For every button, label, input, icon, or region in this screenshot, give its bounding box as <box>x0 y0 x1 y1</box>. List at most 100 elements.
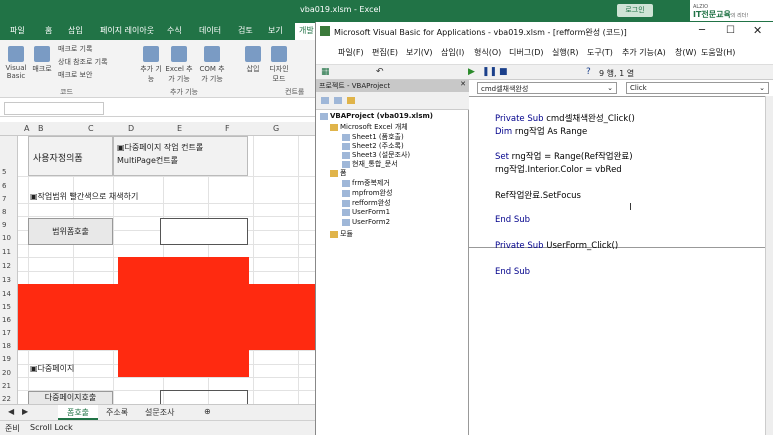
row-7[interactable]: 7 <box>2 195 6 203</box>
row-6[interactable]: 6 <box>2 182 6 190</box>
menu-insert[interactable]: 삽입(I) <box>441 47 464 58</box>
selection-box[interactable] <box>160 218 248 245</box>
tree-userform1[interactable]: UserForm1 <box>342 208 390 216</box>
add-sheet-icon[interactable]: ⊕ <box>204 407 211 416</box>
help-icon[interactable]: ? <box>586 67 591 77</box>
maximize-icon[interactable]: ☐ <box>726 25 735 36</box>
selection-box-2[interactable] <box>160 390 248 404</box>
vertical-scrollbar[interactable] <box>765 96 773 435</box>
procedure-combo[interactable]: Click ⌄ <box>626 82 769 94</box>
col-c[interactable]: C <box>88 124 94 133</box>
tab-data[interactable]: 데이터 <box>199 25 221 36</box>
view-code-icon[interactable] <box>321 97 329 104</box>
row-19[interactable]: 19 <box>2 355 11 363</box>
col-b[interactable]: B <box>38 124 44 133</box>
tree-userform2[interactable]: UserForm2 <box>342 218 390 226</box>
menu-edit[interactable]: 편집(E) <box>372 47 398 58</box>
tab-view[interactable]: 보기 <box>268 25 283 36</box>
row-16[interactable]: 16 <box>2 316 11 324</box>
menu-format[interactable]: 형식(O) <box>474 47 501 58</box>
minimize-icon[interactable]: ─ <box>699 25 705 36</box>
run-icon[interactable]: ▶ <box>468 67 475 77</box>
tab-formulas[interactable]: 수식 <box>167 25 182 36</box>
toggle-folders-icon[interactable] <box>347 97 355 104</box>
row-22[interactable]: 22 <box>2 395 11 403</box>
object-combo[interactable]: cmd셀채색완성 ⌄ <box>477 82 617 94</box>
sheet-tab-form-call[interactable]: 폼호출 <box>58 405 98 420</box>
row-20[interactable]: 20 <box>2 369 11 377</box>
tab-review[interactable]: 검토 <box>238 25 253 36</box>
tab-insert[interactable]: 삽입 <box>68 25 83 36</box>
row-10[interactable]: 10 <box>2 234 11 242</box>
sheet-tab-address[interactable]: 주소록 <box>106 407 128 418</box>
menu-debug[interactable]: 디버그(D) <box>509 47 543 58</box>
menu-window[interactable]: 창(W) <box>675 47 697 58</box>
cell-multipage-title[interactable]: ▣다중페이지 <box>30 363 74 374</box>
row-5[interactable]: 5 <box>2 168 6 176</box>
design-mode-icon <box>271 46 287 62</box>
tree-thisworkbook[interactable]: 현재_통합_문서 <box>342 159 398 169</box>
row-8[interactable]: 8 <box>2 208 6 216</box>
range-form-call-button[interactable]: 범위폼호출 <box>28 218 113 245</box>
excel-view-icon[interactable]: ▦ <box>321 67 330 77</box>
cell-red-fill-title[interactable]: ▣작업범위 빨간색으로 채색하기 <box>30 191 138 202</box>
tree-vbaproject[interactable]: VBAProject (vba019.xlsm) <box>320 112 433 120</box>
reset-icon[interactable]: ■ <box>499 67 508 77</box>
record-macro-button[interactable]: 매크로 기록 <box>58 44 92 54</box>
insert-control-button[interactable]: 삽입 <box>242 46 264 74</box>
close-icon[interactable]: ✕ <box>753 24 762 37</box>
design-mode-button[interactable]: 디자인 모드 <box>267 46 291 84</box>
visual-basic-button[interactable]: Visual Basic <box>4 46 28 80</box>
row-11[interactable]: 11 <box>2 248 11 256</box>
row-13[interactable]: 13 <box>2 276 11 284</box>
menu-tools[interactable]: 도구(T) <box>587 47 613 58</box>
menu-addins[interactable]: 추가 기능(A) <box>622 47 666 58</box>
row-12[interactable]: 12 <box>2 262 11 270</box>
com-addin-button[interactable]: COM 추가 기능 <box>197 46 227 84</box>
col-g[interactable]: G <box>273 124 279 133</box>
tree-forms-folder[interactable]: 폼 <box>330 168 346 178</box>
row-21[interactable]: 21 <box>2 382 11 390</box>
worksheet-grid[interactable]: 사용자정의폼 ▣다중페이지 작업 컨트롤 MultiPage컨트롤 ▣작업범위 … <box>18 136 315 404</box>
menu-view[interactable]: 보기(V) <box>406 47 432 58</box>
tree-excel-objects[interactable]: Microsoft Excel 개체 <box>330 122 408 132</box>
macro-button[interactable]: 매크로 <box>31 46 53 74</box>
close-panel-icon[interactable]: ✕ <box>460 80 466 88</box>
cell-userform-header[interactable]: 사용자정의폼 <box>28 136 113 176</box>
view-object-icon[interactable] <box>334 97 342 104</box>
code-editor[interactable]: Private Sub cmd셀채색완성_Click() Dim rng작업 A… <box>469 96 765 435</box>
col-a[interactable]: A <box>24 124 29 133</box>
prev-sheet-icon[interactable]: ◀ <box>8 407 14 416</box>
cell-multipage-header[interactable]: ▣다중페이지 작업 컨트롤 MultiPage컨트롤 <box>113 136 248 176</box>
tree-modules-folder[interactable]: 모듈 <box>330 229 353 239</box>
menu-help[interactable]: 도움말(H) <box>701 47 735 58</box>
tab-home[interactable]: 홈 <box>45 25 52 36</box>
col-f[interactable]: F <box>225 124 230 133</box>
tree-mpfrom[interactable]: mpfrom완성 <box>342 188 392 198</box>
tab-file[interactable]: 파일 <box>10 25 25 36</box>
col-e[interactable]: E <box>177 124 182 133</box>
row-15[interactable]: 15 <box>2 303 11 311</box>
row-9[interactable]: 9 <box>2 221 6 229</box>
menu-run[interactable]: 실행(R) <box>552 47 579 58</box>
row-17[interactable]: 17 <box>2 329 11 337</box>
tree-refform[interactable]: refform완성 <box>342 198 391 208</box>
sheet-tab-survey[interactable]: 설문조사 <box>145 407 174 418</box>
macro-security-button[interactable]: 매크로 보안 <box>58 70 92 80</box>
tab-page-layout[interactable]: 페이지 레이아웃 <box>100 25 154 36</box>
multipage-line2: MultiPage컨트롤 <box>117 156 179 165</box>
undo-icon[interactable]: ↶ <box>376 67 384 77</box>
tree-frm-dedup[interactable]: frm중복제거 <box>342 178 390 188</box>
addin-button[interactable]: 추가 기능 <box>140 46 162 84</box>
login-button[interactable]: 로그인 <box>617 4 653 17</box>
excel-addin-button[interactable]: Excel 추가 기능 <box>164 46 194 84</box>
row-18[interactable]: 18 <box>2 342 11 350</box>
col-d[interactable]: D <box>128 124 134 133</box>
relative-ref-button[interactable]: 상대 참조로 기록 <box>58 57 108 67</box>
name-box[interactable] <box>4 102 104 115</box>
break-icon[interactable]: ❚❚ <box>482 67 497 77</box>
multipage-call-button[interactable]: 다중페이지호출 <box>28 391 113 404</box>
menu-file[interactable]: 파일(F) <box>338 47 364 58</box>
row-14[interactable]: 14 <box>2 290 11 298</box>
next-sheet-icon[interactable]: ▶ <box>22 407 28 416</box>
